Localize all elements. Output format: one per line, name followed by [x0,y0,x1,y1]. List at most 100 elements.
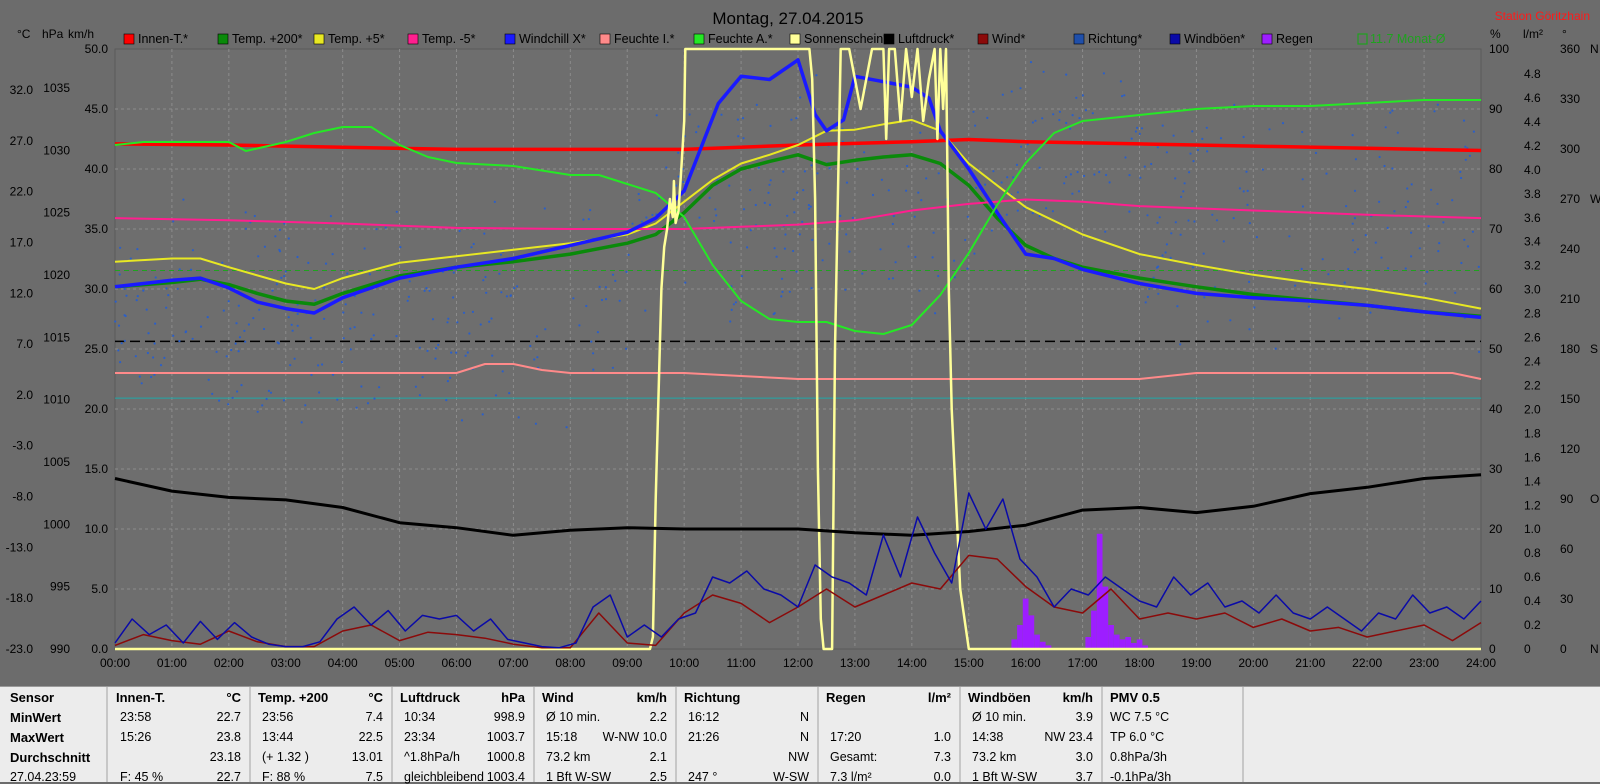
summary-col-richtung: Richtung 16:12 N 21:26 N NW 247 ° W-SW [676,687,819,784]
direction-dot [795,270,798,273]
legend-label: Feuchte I.* [614,32,675,46]
tick-label-humidity: 100 [1489,42,1509,56]
direction-dot [1369,311,1372,314]
weather-chart: Montag, 27.04.2015 Station Göritzhain °C… [6,9,1600,670]
summary-cell: 15:26 [120,730,152,744]
direction-dot [317,364,320,367]
direction-dot [296,255,299,259]
direction-dot [296,324,299,327]
direction-dot [484,275,487,279]
direction-dot [1028,150,1031,153]
direction-dot [384,226,387,229]
tick-label-time: 11:00 [727,656,756,670]
direction-dot [278,248,281,251]
direction-dot [118,273,121,276]
summary-value: NW [788,750,809,764]
direction-dot [1468,154,1471,157]
direction-dot [1140,127,1144,130]
direction-dot [891,222,894,226]
direction-dot [618,299,621,302]
direction-dot [1065,73,1068,76]
direction-dot [1307,305,1310,308]
summary-col-luftdruck: Luftdruck hPa 10:34 998.9 23:34 1003.7 ^1.8hPa… [392,687,535,784]
direction-dot [1020,145,1023,148]
axis-unit-percent: % [1490,27,1501,41]
direction-dot [258,308,261,311]
direction-dot [784,233,787,236]
direction-dot [1134,130,1137,133]
direction-dot [460,419,464,422]
summary-row-label: MinWert [10,710,62,725]
direction-dot [592,352,595,355]
direction-dot [263,245,266,248]
summary-col-innen: Innen-T. °C 23:58 22.7 15:26 23.8 23.18 F: 45 %… [108,687,251,784]
rain-bar [1091,610,1097,649]
direction-dot [257,255,260,258]
direction-dot [1242,190,1245,193]
direction-dot [589,209,592,212]
direction-dot [446,380,449,383]
direction-dot [1019,87,1022,90]
tick-label-wind: 45.0 [85,102,109,116]
tick-label-time: 07:00 [498,656,528,670]
tick-label-rain: 1.8 [1524,426,1541,440]
direction-dot [425,287,428,290]
direction-dot [153,342,156,345]
direction-dot [1387,267,1390,270]
direction-dot [1203,296,1206,299]
tick-label-pressure: 995 [50,580,70,594]
direction-dot [848,250,851,253]
direction-dot [1253,306,1256,309]
direction-dot [289,364,292,367]
direction-dot [1148,287,1151,290]
legend-label: Regen [1276,32,1313,46]
direction-dot [792,198,795,201]
direction-dot [218,399,221,402]
direction-dot [1472,130,1475,133]
direction-dot [1174,177,1177,180]
tick-label-rain: 2.6 [1524,331,1541,345]
direction-dot [287,237,290,240]
tick-label-wind: 5.0 [91,582,108,596]
direction-dot [1345,205,1348,208]
direction-dot [894,261,897,264]
direction-dot [261,404,264,407]
direction-dot [421,376,424,379]
summary-col-windboen: Windböen km/h Ø 10 min. 3.9 14:38 NW 23.4 73.2… [960,687,1103,784]
direction-dot [244,227,247,230]
direction-dot [1386,226,1389,229]
direction-dot [117,349,120,352]
direction-dot [1081,94,1084,97]
direction-dot [769,124,772,127]
tick-label-humidity: 80 [1489,162,1503,176]
direction-dot [720,113,723,116]
direction-dot [282,399,285,402]
summary-header: Wind [542,690,574,705]
direction-dot [790,118,793,121]
tick-label-rain: 1.6 [1524,450,1541,464]
summary-col-regen: Regen l/m² 17:20 1.0 Gesamt: 7.3 7.3 l/m² 0.0 [818,687,961,784]
direction-dot [1065,175,1068,179]
direction-dot [1201,137,1204,140]
legend-swatch [1073,33,1085,45]
direction-dot [399,246,402,249]
direction-dot [1374,241,1377,244]
direction-dot [134,355,137,358]
summary-row-label: Durchschnitt [10,750,91,765]
tick-label-direction: 270 [1560,192,1580,206]
direction-dot [408,280,411,283]
direction-dot [426,349,429,352]
direction-dot [482,279,485,282]
direction-dot [481,413,484,416]
direction-dot [972,110,975,113]
direction-dot [199,325,203,328]
direction-dot [237,350,240,353]
direction-dot [931,256,934,259]
direction-dot [237,304,240,307]
direction-dot [1351,239,1355,242]
direction-dot [1161,254,1164,257]
direction-dot [880,178,884,181]
direction-dot [1301,178,1304,181]
direction-dot [296,312,299,315]
rain-bar [1113,634,1120,649]
